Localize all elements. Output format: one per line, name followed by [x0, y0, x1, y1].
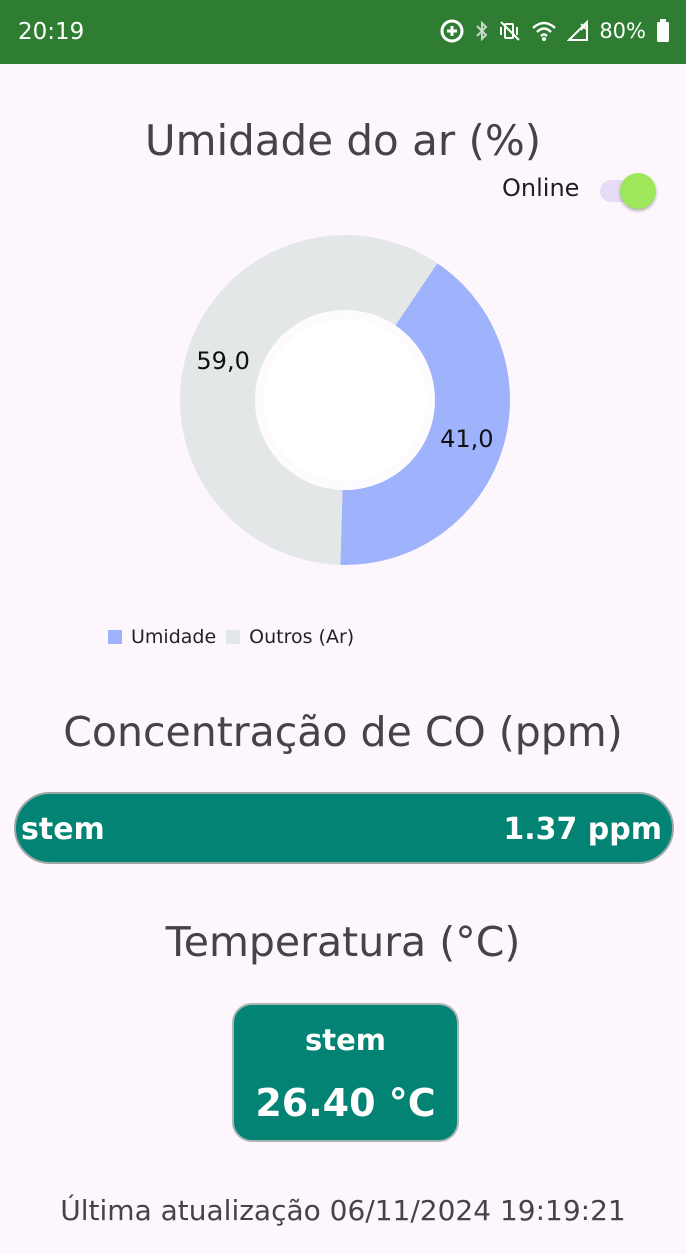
legend-item-outros: Outros (Ar): [226, 626, 354, 648]
temperature-title: Temperatura (°C): [165, 918, 521, 966]
legend-label-umidade: Umidade: [131, 626, 217, 648]
co-title: Concentração de CO (ppm): [63, 708, 623, 756]
humidity-donut-chart: 41,0 59,0: [179, 234, 510, 565]
last-update-text: Última atualização 06/11/2024 19:19:21: [60, 1194, 626, 1227]
co-bar: stem 1.37 ppm: [14, 792, 674, 864]
slice-label-umidade: 41,0: [440, 425, 493, 453]
slice-label-outros: 59,0: [196, 347, 249, 375]
legend-swatch-outros: [226, 630, 241, 644]
legend-item-umidade: Umidade: [108, 626, 216, 648]
temperature-value: 26.40 °C: [255, 1081, 436, 1125]
co-bar-label: stem: [21, 812, 105, 847]
temperature-card: stem 26.40 °C: [232, 1003, 459, 1142]
temperature-card-label: stem: [304, 1023, 386, 1057]
chart-legend: Umidade Outros (Ar): [108, 626, 364, 648]
legend-swatch-umidade: [108, 630, 122, 644]
co-value: 1.37 ppm: [503, 812, 662, 847]
donut-hole: [264, 319, 426, 481]
legend-label-outros: Outros (Ar): [249, 626, 355, 648]
